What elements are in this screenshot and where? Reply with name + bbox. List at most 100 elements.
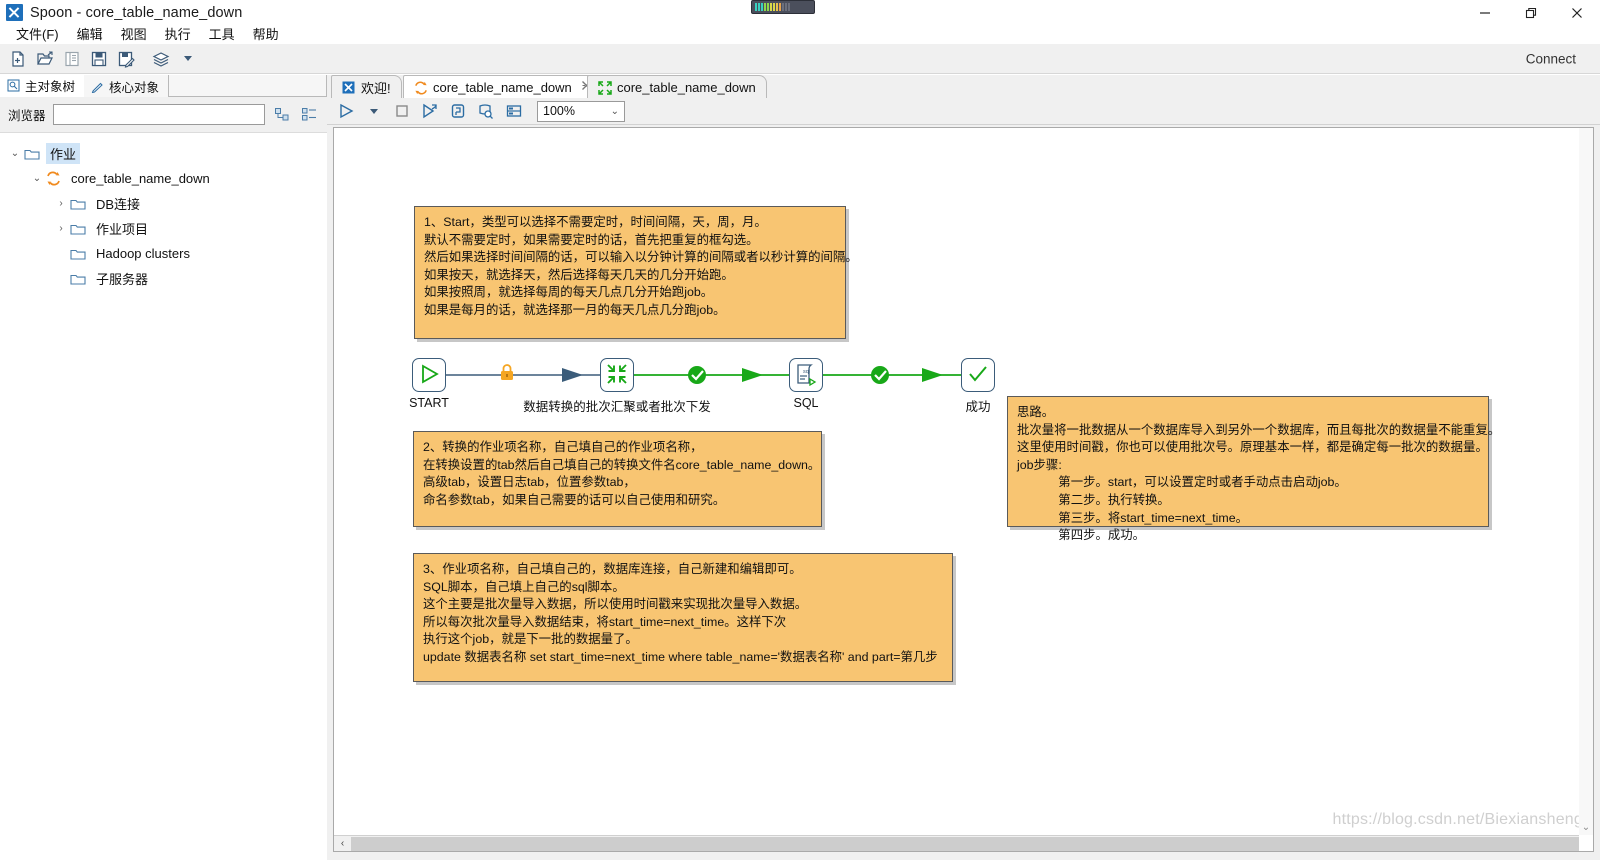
tab-job-label: core_table_name_down	[433, 79, 572, 95]
tab-main-object-tree-label: 主对象树	[25, 80, 76, 94]
meter-bar	[767, 3, 769, 11]
main-toolbar: Connect	[0, 44, 1600, 74]
job-entry-transformation[interactable]	[600, 358, 634, 392]
pencil-icon	[91, 80, 104, 93]
tab-core-objects[interactable]: 核心对象	[84, 75, 170, 97]
tree-row-slave-servers[interactable]: 子服务器	[0, 266, 327, 291]
floating-level-meter-gadget	[751, 0, 815, 14]
debug-icon[interactable]	[445, 99, 470, 123]
run-icon[interactable]	[333, 99, 358, 123]
scroll-down-arrow-icon[interactable]: ⌄	[1579, 819, 1593, 835]
object-tree: ⌄ 作业 ⌄ core_table_name_down › DB连接 › 作业项…	[0, 133, 327, 860]
close-button[interactable]	[1554, 0, 1600, 25]
collapse-all-icon[interactable]	[299, 106, 319, 124]
job-entry-success[interactable]	[961, 358, 995, 392]
watermark: https://blog.csdn.net/Biexiansheng	[1332, 811, 1583, 828]
meter-bar	[788, 3, 790, 11]
note-sql-config[interactable]: 3、作业项名称，自己填自己的，数据库连接，自己新建和编辑即可。 SQL脚本，自己…	[413, 553, 953, 682]
twisty-expanded-icon[interactable]: ⌄	[28, 173, 46, 184]
tree-label-slave-servers: 子服务器	[96, 272, 149, 287]
tab-transformation-label: core_table_name_down	[617, 79, 756, 95]
zoom-select[interactable]: 100% ⌄	[537, 100, 625, 122]
maximize-button[interactable]	[1508, 0, 1554, 25]
spoon-icon	[6, 4, 23, 21]
job-canvas[interactable]: 1、Start，类型可以选择不需要定时，时间间隔，天，周，月。 默认不需要定时，…	[334, 128, 1593, 851]
sidebar-tabstrip-filler	[170, 75, 326, 97]
save-icon[interactable]	[86, 47, 111, 71]
canvas-vertical-scrollbar[interactable]: ⌄	[1579, 128, 1593, 835]
meter-bar	[764, 3, 766, 11]
explore-repository-icon[interactable]	[59, 47, 84, 71]
preview-icon[interactable]	[417, 99, 442, 123]
tree-row-db-connections[interactable]: › DB连接	[0, 191, 327, 216]
editor-panel: 欢迎! core_table_name_down core_table_name…	[327, 75, 1600, 860]
menu-help[interactable]: 帮助	[244, 23, 288, 44]
editor-toolbar: 100% ⌄	[327, 98, 1600, 125]
meter-bar	[773, 3, 775, 11]
hop-arrow-icon	[742, 368, 763, 382]
tree-row-core-table-name-down[interactable]: ⌄ core_table_name_down	[0, 166, 327, 191]
job-canvas-container: 1、Start，类型可以选择不需要定时，时间间隔，天，周，月。 默认不需要定时，…	[333, 127, 1594, 852]
connect-label[interactable]: Connect	[1526, 51, 1576, 66]
minimize-button[interactable]	[1462, 0, 1508, 25]
menu-run[interactable]: 执行	[156, 23, 200, 44]
tab-main-object-tree[interactable]: 主对象树	[0, 75, 86, 97]
browser-row: 浏览器	[0, 97, 327, 133]
chevron-down-icon[interactable]	[175, 47, 200, 71]
twisty-expanded-icon[interactable]: ⌄	[6, 148, 24, 159]
hop-arrow-icon	[562, 368, 583, 382]
twisty-collapsed-icon[interactable]: ›	[52, 223, 70, 234]
tree-row-jobs[interactable]: ⌄ 作业	[0, 141, 327, 166]
menu-view[interactable]: 视图	[112, 23, 156, 44]
sql-script-icon: sql	[794, 362, 818, 389]
folder-icon	[70, 272, 86, 285]
check-circle-icon[interactable]	[871, 366, 889, 384]
check-circle-icon[interactable]	[688, 366, 706, 384]
meter-bar	[755, 3, 757, 11]
lock-icon[interactable]	[501, 364, 513, 380]
tree-label-core-table-name-down: core_table_name_down	[71, 171, 210, 186]
job-entry-start-label: START	[409, 396, 449, 410]
job-entry-success-label: 成功	[965, 400, 991, 414]
tree-view-icon	[7, 79, 20, 92]
meter-bar	[770, 3, 772, 11]
check-mark-icon	[967, 363, 989, 388]
menu-file[interactable]: 文件(F)	[7, 23, 68, 44]
canvas-horizontal-scrollbar[interactable]: ‹	[334, 835, 1579, 851]
tab-core-objects-label: 核心对象	[109, 80, 160, 95]
tab-transformation-core-table-name-down[interactable]: core_table_name_down	[587, 75, 767, 98]
twisty-collapsed-icon[interactable]: ›	[52, 198, 70, 209]
folder-icon	[70, 197, 86, 210]
grid-view-icon[interactable]	[501, 99, 526, 123]
window-title: Spoon - core_table_name_down	[30, 4, 243, 21]
job-entry-transformation-label: 数据转换的批次汇聚或者批次下发	[523, 400, 711, 414]
browser-search-input[interactable]	[52, 104, 265, 125]
tree-row-job-entries[interactable]: › 作业项目	[0, 216, 327, 241]
scroll-thumb[interactable]	[351, 836, 1579, 851]
tree-label-jobs: 作业	[46, 143, 81, 164]
editor-tabstrip: 欢迎! core_table_name_down core_table_name…	[327, 75, 1600, 98]
scroll-left-arrow-icon[interactable]: ‹	[334, 836, 351, 852]
tab-welcome[interactable]: 欢迎!	[331, 75, 402, 98]
layers-icon[interactable]	[148, 47, 173, 71]
tree-label-job-entries: 作业项目	[96, 222, 149, 237]
tree-row-hadoop-clusters[interactable]: Hadoop clusters	[0, 241, 327, 266]
menu-edit[interactable]: 编辑	[68, 23, 112, 44]
job-entry-start[interactable]	[412, 358, 446, 392]
run-dropdown-icon[interactable]	[361, 99, 386, 123]
inspect-data-icon[interactable]	[473, 99, 498, 123]
job-entry-sql[interactable]: sql	[789, 358, 823, 392]
folder-icon	[24, 147, 40, 160]
expand-all-icon[interactable]	[272, 106, 292, 124]
transformation-icon	[598, 80, 612, 95]
meter-bar	[782, 3, 784, 11]
open-file-icon[interactable]	[32, 47, 57, 71]
stop-icon[interactable]	[389, 99, 414, 123]
menu-tools[interactable]: 工具	[200, 23, 244, 44]
meter-bar	[779, 3, 781, 11]
new-file-icon[interactable]	[5, 47, 30, 71]
tab-job-core-table-name-down[interactable]: core_table_name_down	[403, 75, 603, 98]
job-icon	[46, 171, 61, 186]
meter-bar	[761, 3, 763, 11]
save-as-icon[interactable]	[113, 47, 138, 71]
